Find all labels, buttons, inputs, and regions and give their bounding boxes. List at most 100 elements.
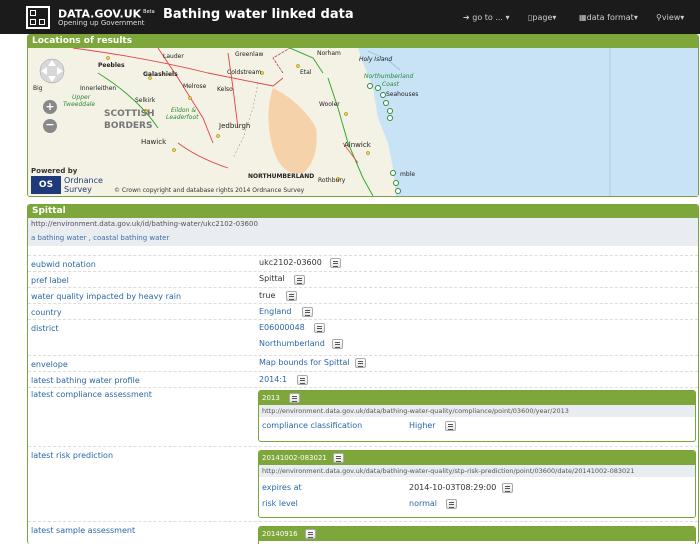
map-label: Peebles <box>98 62 125 69</box>
map-label: Norham <box>317 50 341 57</box>
envelope-label[interactable]: envelope <box>31 360 68 369</box>
property-row: pref label Spittal <box>28 271 698 287</box>
os-logo-text-line2: Survey <box>64 185 92 194</box>
map-pan-control[interactable] <box>36 56 68 86</box>
list-icon[interactable] <box>302 307 313 317</box>
map-label: Galashiels <box>143 71 178 78</box>
powered-by-label: Powered by <box>31 167 78 175</box>
top-navigation-bar: DATA.GOV.UK Beta Opening up Government Ba… <box>0 0 700 34</box>
data-format-menu[interactable]: ▦data format▾ <box>579 13 638 22</box>
eubwid-label[interactable]: eubwid notation <box>31 260 96 269</box>
pref-label-label[interactable]: pref label <box>31 276 69 285</box>
compliance-head: 2013 <box>259 391 695 405</box>
profile-value[interactable]: 2014:1 <box>259 375 287 384</box>
locations-panel: Locations of results Peebles Lauder Gree… <box>27 34 699 197</box>
list-icon[interactable] <box>355 358 366 368</box>
map-label: NORTHUMBERLAND <box>248 173 315 180</box>
map-label: Lauder <box>163 53 184 60</box>
map-label: Innerleithen <box>80 85 117 92</box>
goto-menu[interactable]: ➔ go to ... ▾ <box>463 13 510 22</box>
risk-label[interactable]: latest risk prediction <box>31 451 113 460</box>
property-row: district E06000048 Northumberland <box>28 319 698 355</box>
profile-label[interactable]: latest bathing water profile <box>31 376 140 385</box>
map-label: BORDERS <box>104 121 153 131</box>
arrow-right-icon: ➔ <box>463 13 470 22</box>
map-copyright: © Crown copyright and database rights 20… <box>114 187 305 194</box>
map-label: Northumberland <box>364 73 414 80</box>
risk-level-label[interactable]: risk level <box>262 499 298 508</box>
list-icon[interactable] <box>289 393 300 403</box>
map-label: Holy Island <box>359 56 393 63</box>
list-icon[interactable] <box>502 483 513 493</box>
district-value[interactable]: Northumberland <box>259 339 325 348</box>
resource-uri[interactable]: http://environment.data.gov.uk/id/bathin… <box>28 218 698 230</box>
resource-types: a bathing water , coastal bathing water <box>28 230 698 246</box>
list-icon[interactable] <box>445 421 456 431</box>
map-label: Coast <box>382 81 400 88</box>
list-icon[interactable] <box>286 291 297 301</box>
resource-title: Spittal <box>28 205 698 218</box>
chevron-down-icon: ▾ <box>633 13 638 22</box>
locations-panel-title: Locations of results <box>28 35 698 48</box>
risk-head: 20141002-083021 <box>259 451 695 465</box>
results-map[interactable]: Peebles Lauder Greenlaw Norham Holy Isla… <box>28 48 698 196</box>
zoom-out-button[interactable]: − <box>43 119 57 133</box>
page-title: Bathing water linked data <box>163 7 354 22</box>
type-link[interactable]: a bathing water <box>31 234 86 242</box>
country-value[interactable]: England <box>259 307 291 316</box>
map-label: Coldstream <box>227 69 262 76</box>
country-label[interactable]: country <box>31 308 62 317</box>
map-label: Tweeddale <box>63 101 96 108</box>
compliance-class-label[interactable]: compliance classification <box>262 421 362 430</box>
property-row: envelope Map bounds for Spittal <box>28 355 698 371</box>
list-icon[interactable] <box>332 339 343 349</box>
list-icon[interactable] <box>305 529 316 539</box>
list-icon[interactable] <box>333 453 344 463</box>
list-icon[interactable] <box>314 323 325 333</box>
map-label: Leaderfoot <box>166 114 199 121</box>
risk-uri[interactable]: http://environment.data.gov.uk/data/bath… <box>259 465 695 477</box>
list-icon[interactable] <box>330 258 341 268</box>
map-label: Big <box>33 85 43 92</box>
map-label: Upper <box>72 94 91 101</box>
table-icon: ▦ <box>579 13 587 22</box>
risk-level-value[interactable]: normal <box>409 499 437 508</box>
map-label: Seahouses <box>386 91 419 98</box>
district-label[interactable]: district <box>31 324 59 333</box>
property-row: latest risk prediction 20141002-083021 h… <box>28 446 698 521</box>
list-icon[interactable] <box>297 375 308 385</box>
chevron-down-icon: ▾ <box>505 13 510 22</box>
property-row: country England <box>28 303 698 319</box>
data-gov-uk-logo-icon[interactable] <box>26 6 50 29</box>
map-label: Selkirk <box>135 97 156 104</box>
map-label: Wooler <box>319 101 340 108</box>
map-label: SCOTTISH <box>104 109 155 119</box>
list-icon[interactable] <box>294 275 305 285</box>
compliance-class-value[interactable]: Higher <box>409 421 436 430</box>
expires-label[interactable]: expires at <box>262 483 302 492</box>
map-label: Rothbury <box>318 177 346 184</box>
chevron-down-icon: ▾ <box>680 13 685 22</box>
zoom-in-button[interactable]: + <box>43 100 57 114</box>
ordnance-survey-logo[interactable]: OS Ordnance Survey <box>31 176 113 194</box>
compliance-label[interactable]: latest compliance assessment <box>31 390 152 399</box>
type-link[interactable]: coastal bathing water <box>93 234 169 242</box>
sample-label[interactable]: latest sample assessment <box>31 526 135 535</box>
expires-value: 2014-10-03T08:29:00 <box>409 483 497 492</box>
map-label: Melrose <box>183 83 207 90</box>
map-label: Greenlaw <box>235 51 264 58</box>
sample-box: 20140916 <box>258 526 696 544</box>
district-value[interactable]: E06000048 <box>259 323 305 332</box>
property-row: eubwid notation ukc2102-03600 <box>28 255 698 271</box>
map-label: Eildon & <box>171 107 196 114</box>
page-menu[interactable]: ▯page▾ <box>528 13 556 22</box>
compliance-uri[interactable]: http://environment.data.gov.uk/data/bath… <box>259 405 695 417</box>
map-label: Jedburgh <box>219 122 251 130</box>
map-label: Alnwick <box>344 141 371 149</box>
view-menu[interactable]: ⚲view▾ <box>656 13 684 22</box>
resource-panel: Spittal http://environment.data.gov.uk/i… <box>27 204 699 544</box>
heavy-rain-label[interactable]: water quality impacted by heavy rain <box>31 292 181 301</box>
envelope-value[interactable]: Map bounds for Spittal <box>259 358 350 367</box>
list-icon[interactable] <box>446 499 457 509</box>
chevron-down-icon: ▾ <box>552 13 557 22</box>
